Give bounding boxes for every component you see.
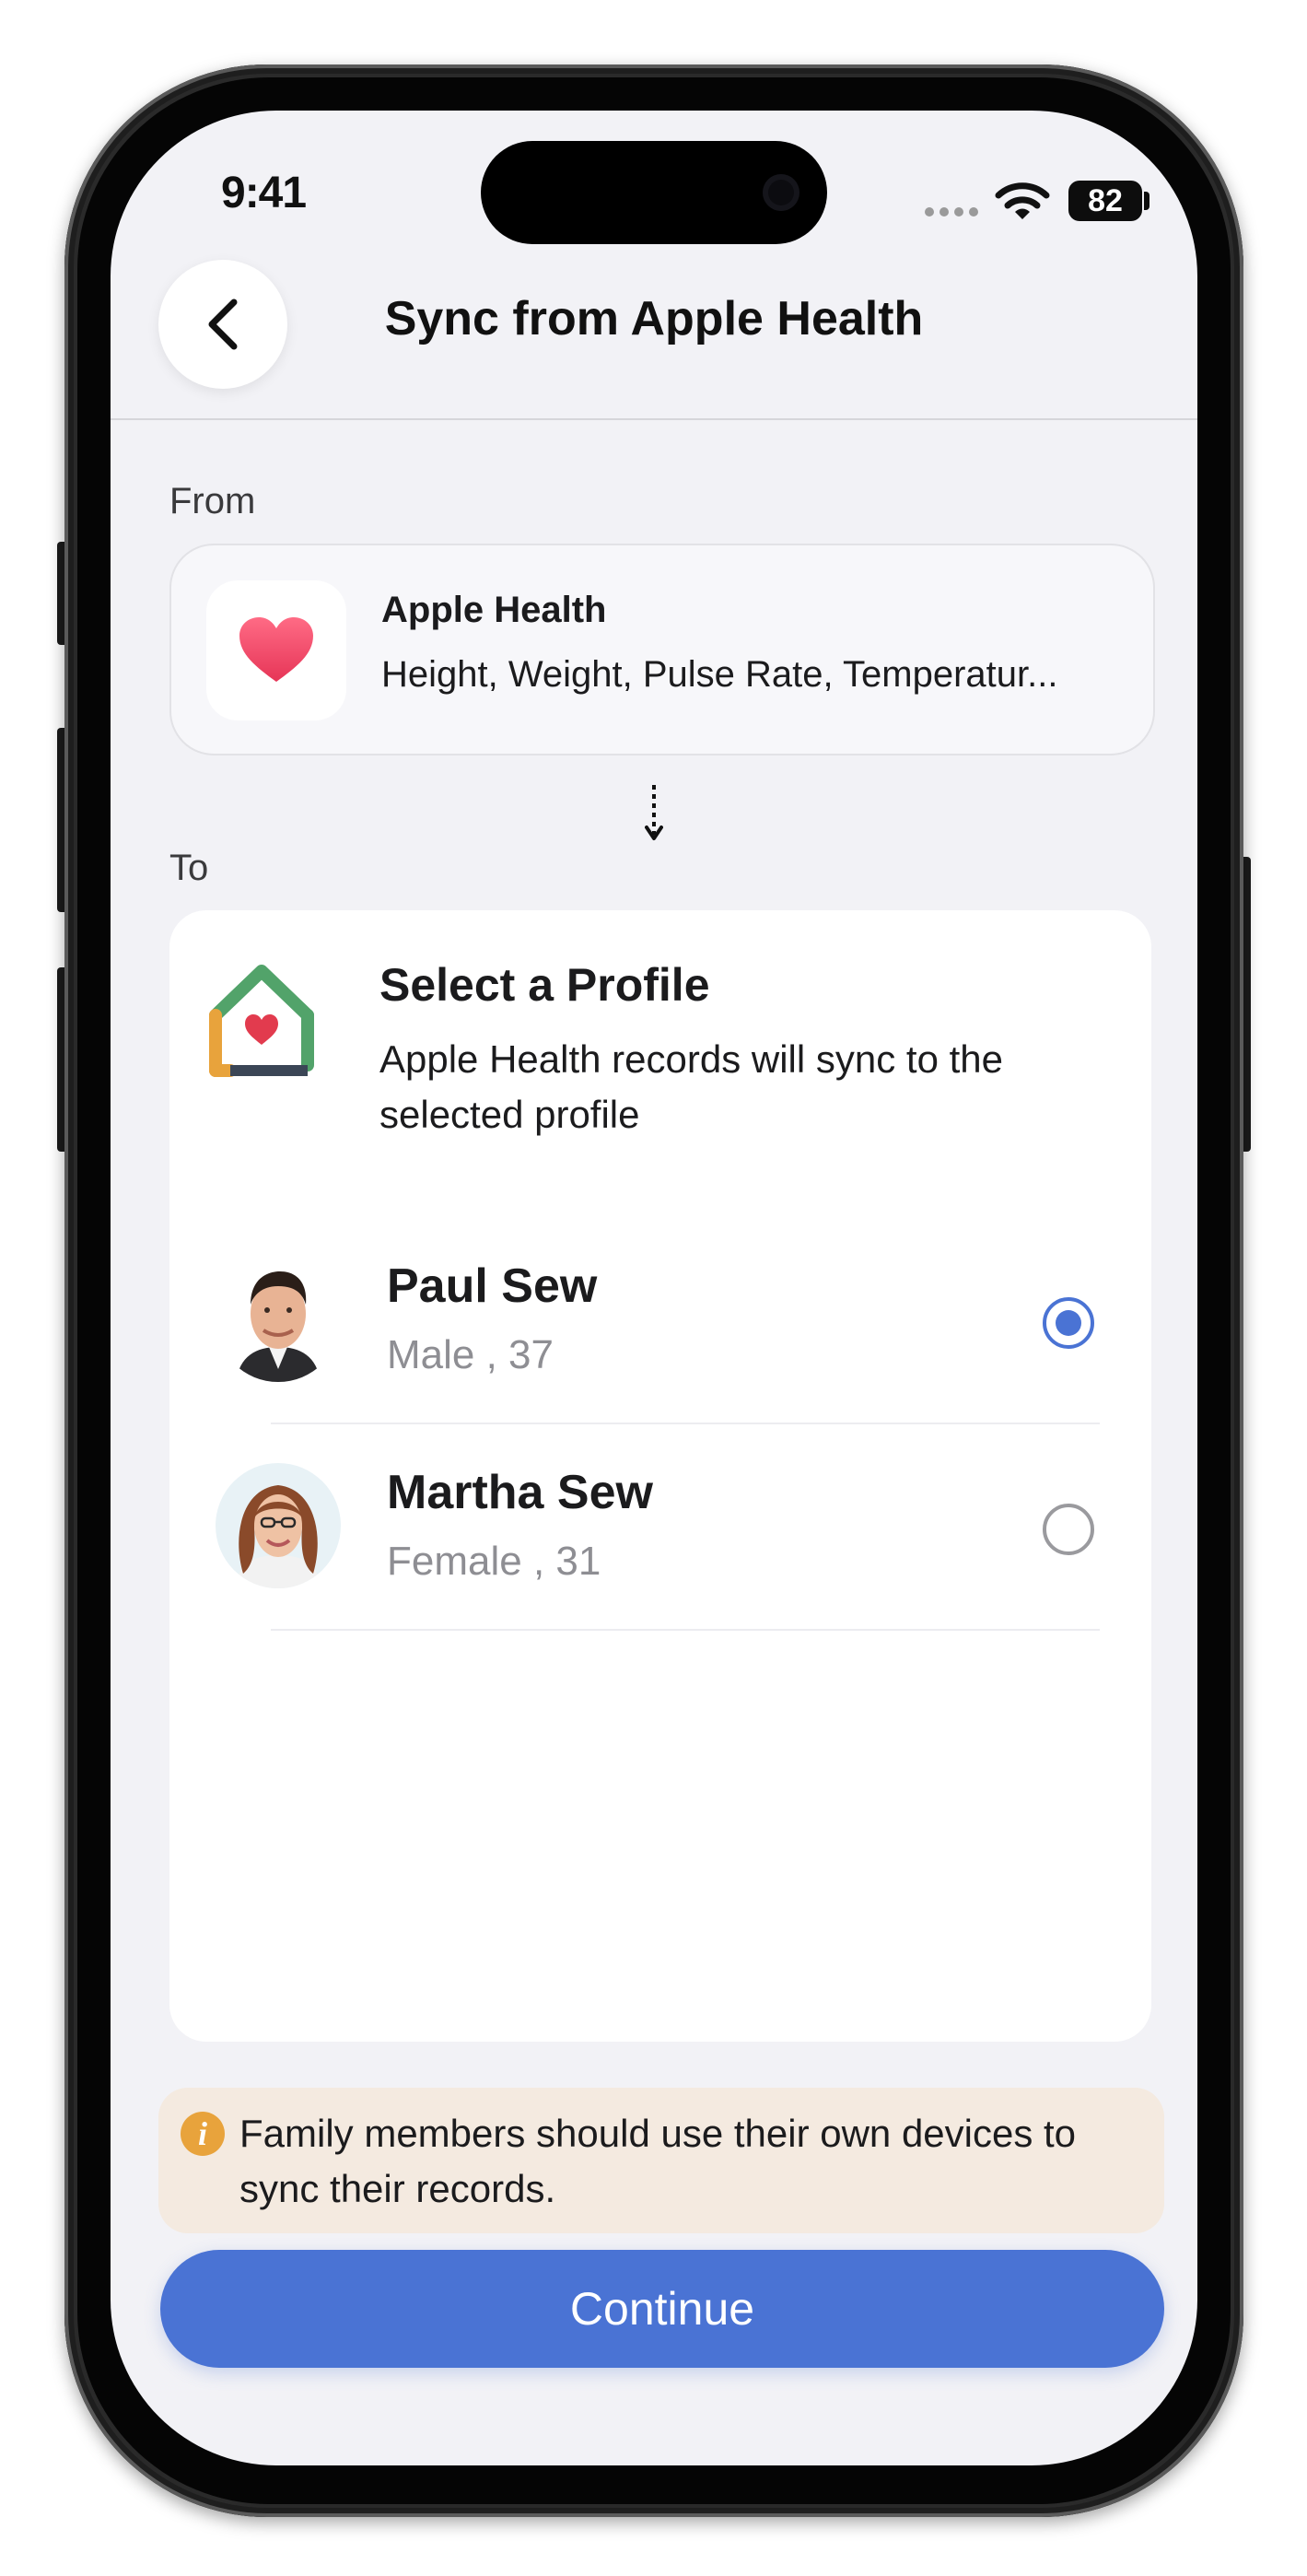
source-data-types: Height, Weight, Pulse Rate, Temperatur..… — [381, 654, 1058, 695]
info-banner-text: Family members should use their own devi… — [239, 2112, 1077, 2210]
row-divider — [271, 1629, 1100, 1631]
radio-unselected[interactable] — [1043, 1504, 1094, 1555]
profile-name: Paul Sew — [387, 1259, 598, 1313]
select-profile-title: Select a Profile — [379, 959, 710, 1011]
profile-meta: Male , 37 — [387, 1332, 554, 1377]
app-screen: 9:41 82 Sync from Apple Health From Appl… — [111, 111, 1197, 2465]
profile-select-card: Select a Profile Apple Health records wi… — [169, 910, 1151, 2042]
dynamic-island — [481, 141, 827, 244]
avatar — [216, 1463, 341, 1588]
house-heart-icon — [209, 965, 314, 1077]
apple-health-app-icon — [206, 580, 346, 720]
profile-meta: Female , 31 — [387, 1539, 601, 1584]
header-divider — [111, 418, 1197, 420]
profile-row-paul[interactable]: Paul Sew Male , 37 — [169, 1218, 1151, 1424]
dotted-arrow-down-icon — [645, 785, 663, 840]
to-label: To — [169, 848, 209, 888]
select-profile-description: Apple Health records will sync to the se… — [379, 1037, 1003, 1136]
from-label: From — [169, 481, 256, 521]
info-banner: i Family members should use their own de… — [158, 2088, 1164, 2233]
heart-icon — [239, 617, 313, 682]
camera-icon — [763, 174, 799, 211]
avatar — [216, 1257, 341, 1382]
cellular-signal-icon — [925, 205, 984, 221]
battery-icon: 82 — [1068, 181, 1142, 221]
continue-button[interactable]: Continue — [160, 2250, 1164, 2368]
battery-tip — [1144, 192, 1149, 210]
status-time: 9:41 — [221, 169, 307, 217]
wifi-icon — [995, 182, 1050, 219]
source-card: Apple Health Height, Weight, Pulse Rate,… — [169, 544, 1155, 755]
profile-name: Martha Sew — [387, 1466, 653, 1519]
profile-row-martha[interactable]: Martha Sew Female , 31 — [169, 1424, 1151, 1631]
source-title: Apple Health — [381, 590, 607, 630]
radio-selected[interactable] — [1043, 1297, 1094, 1349]
page-title: Sync from Apple Health — [384, 292, 924, 345]
info-icon: i — [181, 2112, 225, 2156]
